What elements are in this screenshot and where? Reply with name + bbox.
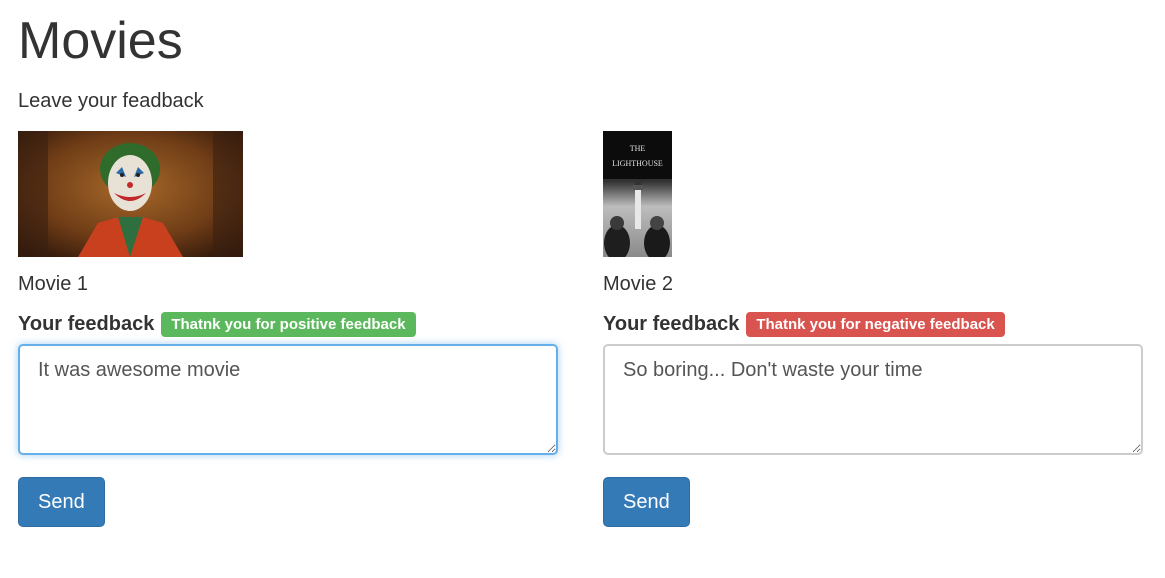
feedback-label-1: Your feedback [18, 313, 155, 335]
lighthouse-poster-image: THE LIGHTHOUSE [603, 131, 672, 257]
page-title: Movies [18, 12, 183, 70]
feedback-textarea-1[interactable] [18, 344, 558, 455]
positive-feedback-badge: Thatnk you for positive feedback [161, 311, 416, 337]
feedback-textarea-2[interactable] [603, 344, 1143, 455]
poster-title-line2: LIGHTHOUSE [612, 159, 663, 168]
page-subtitle: Leave your feadback [18, 90, 204, 112]
movie-card-1: Movie 1 Your feedback Thatnk you for pos… [18, 131, 558, 527]
page: Movies Leave your feadback Movie 1 Your … [0, 0, 1165, 578]
send-button-1[interactable]: Send [18, 477, 105, 527]
feedback-label-2: Your feedback [603, 313, 740, 335]
movie-title-2: Movie 2 [603, 273, 674, 295]
negative-feedback-badge: Thatnk you for negative feedback [746, 311, 1005, 337]
feedback-header-2: Your feedback Thatnk you for negative fe… [603, 311, 1143, 337]
poster-title-line1: THE [630, 144, 646, 153]
joker-poster-image [18, 131, 243, 257]
movie-poster-1 [18, 131, 243, 257]
movie-title-1: Movie 1 [18, 273, 89, 295]
feedback-header-1: Your feedback Thatnk you for positive fe… [18, 311, 558, 337]
send-button-2[interactable]: Send [603, 477, 690, 527]
movie-poster-2: THE LIGHTHOUSE [603, 131, 672, 257]
movie-card-2: THE LIGHTHOUSE Movie 2 Your feedback Tha… [603, 131, 1143, 527]
